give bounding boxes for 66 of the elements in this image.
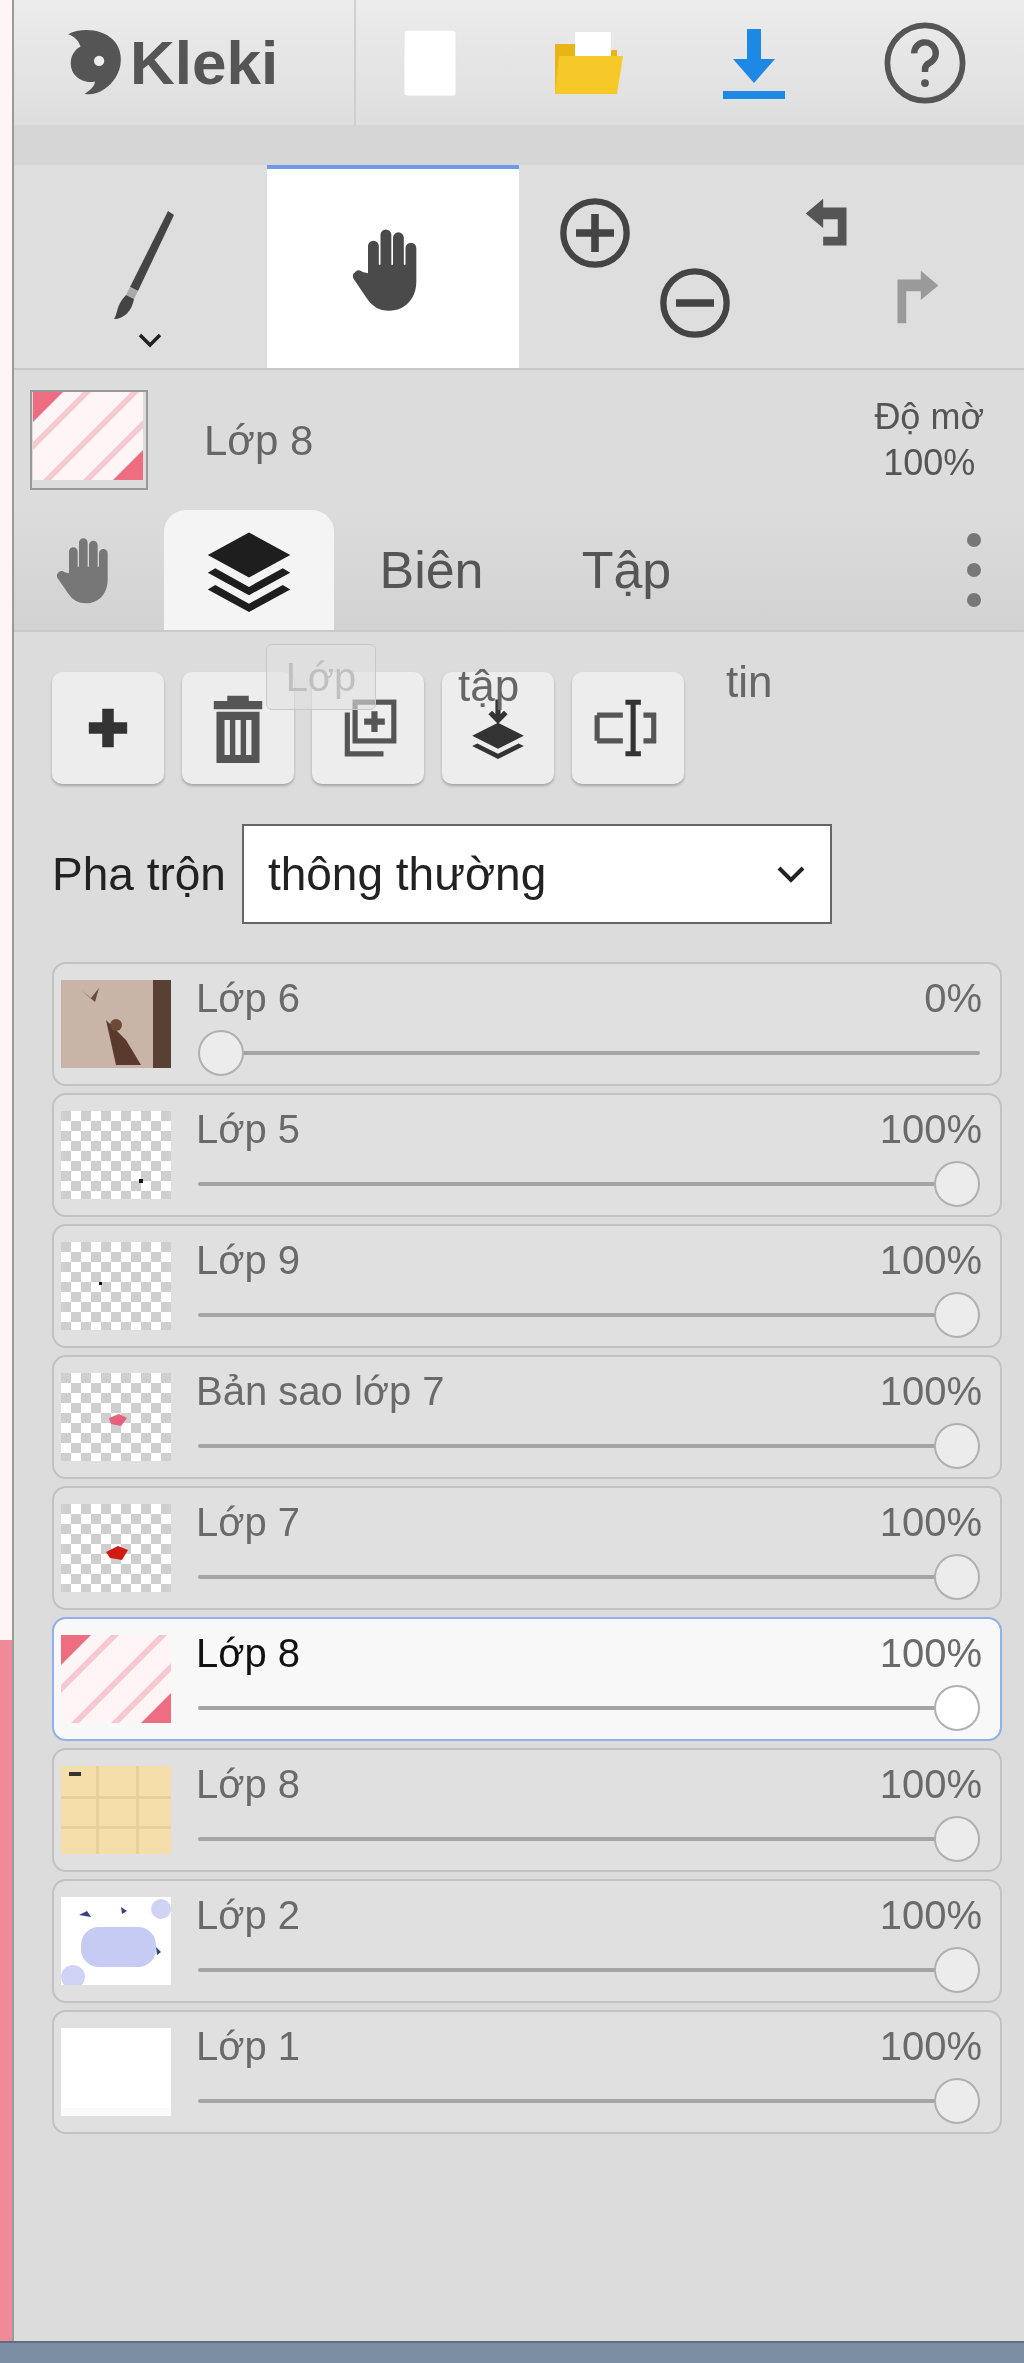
layer-opacity: 100%	[879, 1106, 982, 1153]
trash-icon	[211, 693, 265, 763]
hand-tool-button[interactable]	[266, 165, 519, 368]
slider-thumb[interactable]	[934, 1423, 980, 1469]
layer-name: Lớp 2	[196, 1892, 301, 1939]
layer-name: Lớp 6	[196, 975, 301, 1022]
ghost-text: tin	[726, 660, 773, 704]
layer-row[interactable]: Lớp 2 100%	[52, 1879, 1002, 2003]
layer-name: Lớp 8	[196, 1761, 301, 1808]
opacity-slider[interactable]	[198, 1292, 980, 1338]
zoom-out-icon[interactable]	[657, 265, 733, 341]
layer-opacity: 100%	[879, 1499, 982, 1546]
layer-row[interactable]: Lớp 9 100%	[52, 1224, 1002, 1348]
layer-opacity: 100%	[879, 1892, 982, 1939]
opacity-slider[interactable]	[198, 2078, 980, 2124]
zoom-in-icon[interactable]	[557, 195, 633, 271]
opacity-slider[interactable]	[198, 1423, 980, 1469]
slider-thumb[interactable]	[934, 1685, 980, 1731]
layer-name: Lớp 5	[196, 1106, 301, 1153]
chevron-down-icon	[775, 864, 806, 884]
layer-opacity: 0%	[924, 975, 982, 1022]
opacity-slider[interactable]	[198, 1685, 980, 1731]
panel-tab[interactable]: Biên	[334, 510, 529, 630]
panel-tab[interactable]: Tập	[529, 510, 724, 630]
opacity-slider[interactable]	[198, 1947, 980, 1993]
slider-thumb[interactable]	[934, 2078, 980, 2124]
slider-thumb[interactable]	[934, 1816, 980, 1862]
layer-row[interactable]: Lớp 7 100%	[52, 1486, 1002, 1610]
layer-name: Lớp 9	[196, 1237, 301, 1284]
opacity-slider[interactable]	[198, 1030, 980, 1076]
slider-thumb[interactable]	[934, 1554, 980, 1600]
layer-name: Lớp 7	[196, 1499, 301, 1546]
blend-mode-select[interactable]: thông thường	[241, 824, 832, 924]
opacity-label: Độ mờ	[874, 395, 984, 439]
opacity-slider[interactable]	[198, 1554, 980, 1600]
layer-row[interactable]: Lớp 5 100%	[52, 1093, 1002, 1217]
layer-row[interactable]: Bản sao lớp 7 100%	[52, 1355, 1002, 1479]
slider-thumb[interactable]	[934, 1292, 980, 1338]
slider-thumb[interactable]	[198, 1030, 244, 1076]
layer-opacity: 100%	[879, 1761, 982, 1808]
layer-opacity: 100%	[879, 1630, 982, 1677]
layer-name: Lớp 8	[196, 1630, 301, 1677]
current-layer-name: Lớp 8	[204, 415, 314, 466]
layer-opacity: 100%	[879, 2023, 982, 2070]
layer-name: Lớp 1	[196, 2023, 301, 2070]
layer-row[interactable]: Lớp 8 100%	[52, 1617, 1002, 1741]
opacity-slider[interactable]	[198, 1816, 980, 1862]
blend-label: Pha trộn	[52, 846, 226, 902]
caret-icon	[136, 332, 163, 348]
layer-row[interactable]: Lớp 8 100%	[52, 1748, 1002, 1872]
opacity-value: 100%	[883, 441, 976, 485]
ghost-text: tập	[458, 664, 520, 708]
layers-tab[interactable]	[164, 510, 334, 630]
blank-page-icon	[402, 27, 459, 98]
more-icon	[966, 532, 982, 608]
add-layer-button[interactable]	[52, 672, 164, 784]
slider-thumb[interactable]	[934, 1947, 980, 1993]
slider-thumb[interactable]	[934, 1161, 980, 1207]
opacity-slider[interactable]	[198, 1161, 980, 1207]
layer-row[interactable]: Lớp 6 0%	[52, 962, 1002, 1086]
layer-opacity: 100%	[879, 1237, 982, 1284]
app-logo: Kleki	[130, 31, 279, 94]
layer-opacity: 100%	[879, 1368, 982, 1415]
rename-layer-button[interactable]	[572, 672, 684, 784]
layer-name: Bản sao lớp 7	[196, 1368, 445, 1415]
layer-row[interactable]: Lớp 1 100%	[52, 2010, 1002, 2134]
